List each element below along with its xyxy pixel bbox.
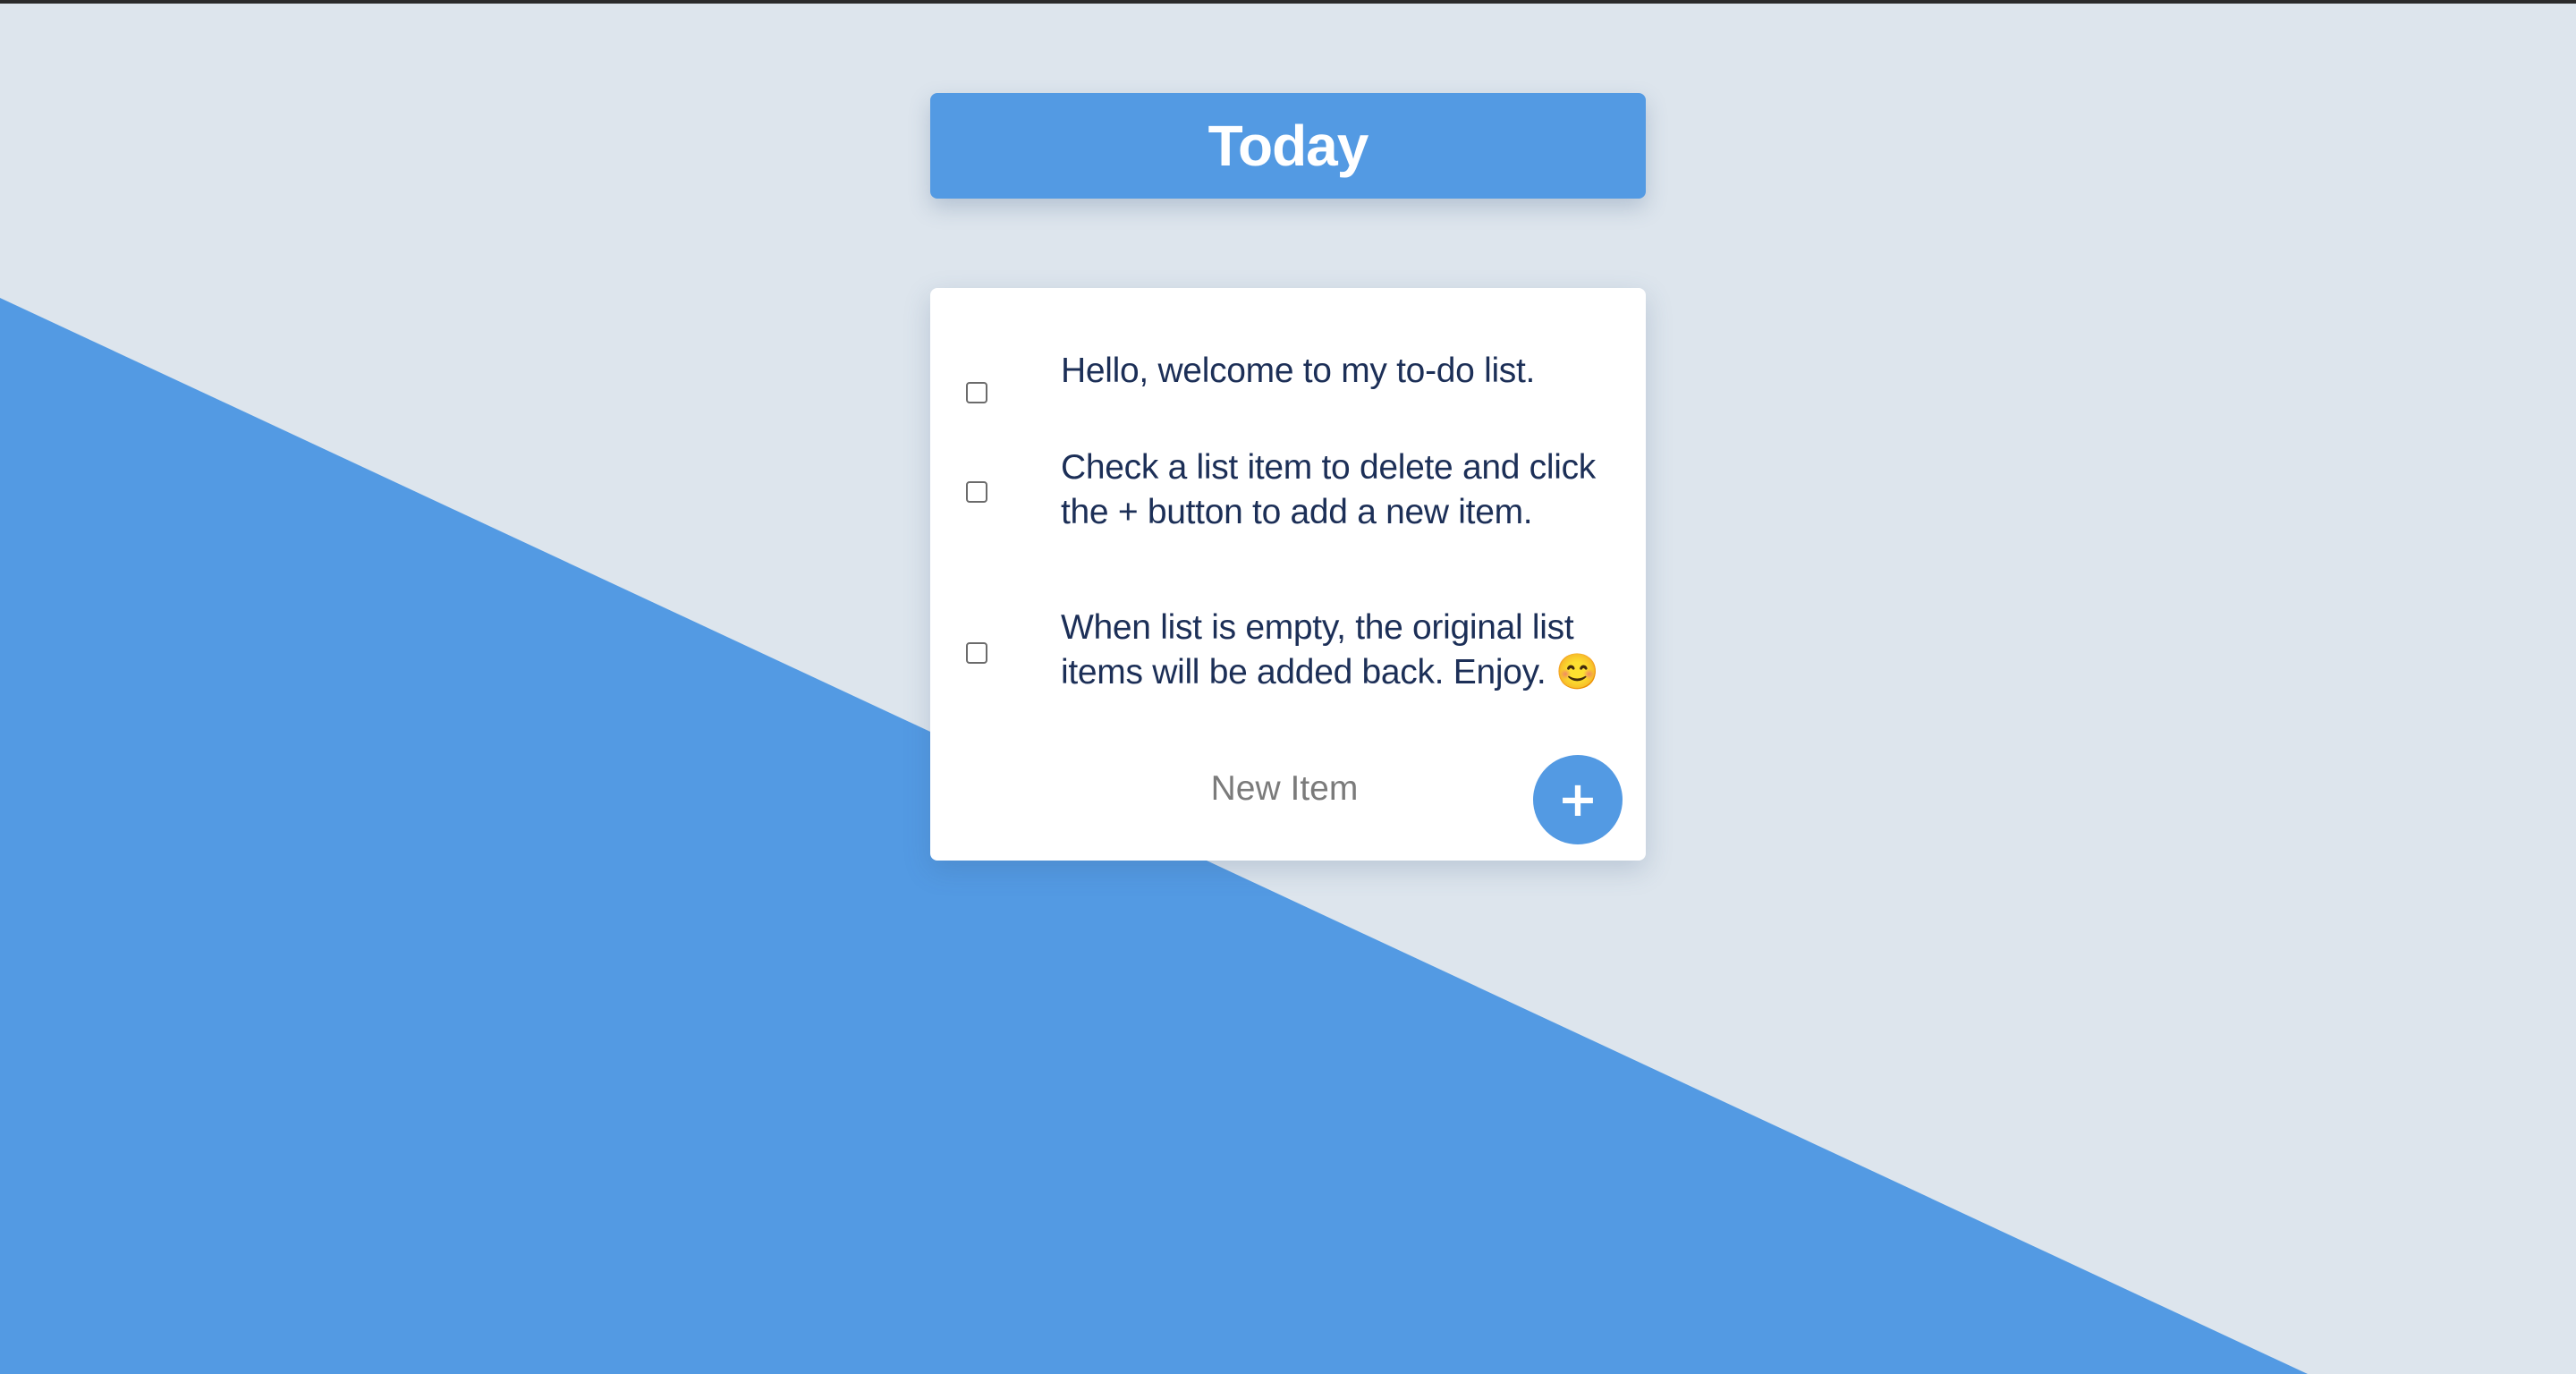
item-checkbox[interactable]	[966, 481, 987, 503]
item-text: Check a list item to delete and click th…	[1061, 448, 1597, 531]
item-checkbox[interactable]	[966, 382, 987, 403]
item-text: Hello, welcome to my to-do list.	[1061, 352, 1536, 390]
new-item-input[interactable]	[1061, 762, 1508, 816]
page-title: Today	[1208, 114, 1369, 178]
todo-card: Hello, welcome to my to-do list. Check a…	[930, 288, 1646, 861]
item-text: When list is empty, the original list it…	[1061, 608, 1599, 691]
item-checkbox[interactable]	[966, 642, 987, 664]
add-item-button[interactable]: +	[1533, 755, 1623, 844]
heading-box: Today	[930, 93, 1646, 199]
